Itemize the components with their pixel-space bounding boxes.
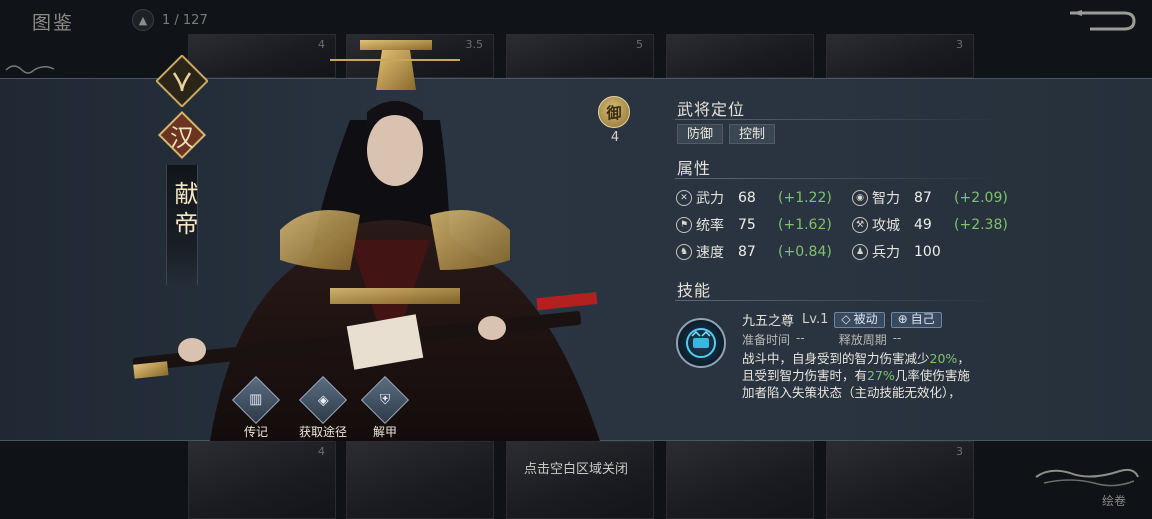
hero-cost: 4: [610, 130, 620, 145]
skill-name: 九五之尊: [742, 314, 795, 329]
stat-growth: (+2.09): [954, 190, 1008, 206]
role-tags: 防御 控制: [677, 124, 776, 144]
troops-icon: ♟: [852, 244, 868, 260]
stat-growth: (+2.38): [954, 217, 1008, 233]
role-section-title: 武将定位: [677, 100, 746, 119]
prep-time-label: 准备时间: [742, 333, 791, 347]
stat-value: 87: [914, 190, 932, 206]
banner-icon: ▲: [132, 9, 154, 31]
collection-count: 1 / 127: [162, 12, 208, 28]
scroll-label: 绘卷: [1101, 494, 1126, 508]
role-tag: 防御: [677, 124, 724, 144]
stat-value: 100: [914, 244, 941, 260]
book-icon: ▥: [231, 375, 281, 425]
hero-card[interactable]: 4: [188, 441, 336, 519]
stat-name: 攻城: [872, 218, 900, 234]
stat-row-force: ✕ 武力 68 (+1.22): [676, 188, 832, 208]
horse-icon: ♞: [676, 244, 692, 260]
brain-icon: ◉: [852, 190, 868, 206]
skill-icon[interactable]: [676, 318, 726, 368]
stat-growth: (+1.22): [778, 190, 832, 206]
back-arrow-icon[interactable]: [1068, 8, 1138, 34]
kingdom-name: 汉: [170, 123, 194, 152]
skill-level: Lv.1: [802, 312, 829, 327]
stat-row-command: ⚑ 统率 75 (+1.62): [676, 215, 832, 235]
cooldown-value: --: [892, 331, 902, 345]
skills-section-title: 技能: [677, 281, 712, 300]
card-cost: 4: [318, 445, 325, 458]
skill-desc-highlight: 27%: [867, 368, 895, 383]
armor-icon: ⛨: [360, 375, 410, 425]
dismiss-armor-button[interactable]: ⛨ 解甲: [358, 375, 412, 440]
stat-value: 75: [738, 217, 756, 233]
obtain-route-label: 获取途径: [298, 425, 347, 439]
hero-card[interactable]: [346, 441, 494, 519]
cooldown-label: 释放周期: [838, 333, 887, 347]
divider: [675, 300, 1005, 301]
divider: [675, 119, 1005, 120]
stat-value: 49: [914, 217, 932, 233]
hero-card[interactable]: [666, 441, 814, 519]
gallery-title: 图鉴: [32, 12, 75, 34]
cloud-ornament-icon: [5, 65, 55, 74]
stat-name: 武力: [696, 191, 724, 207]
skill-type-tag: ◇ 被动: [834, 311, 885, 328]
hero-card[interactable]: 3: [826, 441, 974, 519]
stat-name: 速度: [696, 245, 724, 261]
obtain-route-button[interactable]: ◈ 获取途径: [296, 375, 350, 440]
skill-description: 战斗中，自身受到的智力伤害减少20%，且受到智力伤害时，有27%几率使伤害施加者…: [742, 350, 982, 400]
skill-type-label: 被动: [853, 312, 878, 326]
skill-desc-text: 战斗中，自身受到的智力伤害减少: [742, 351, 930, 366]
faction-emblem-icon: [156, 55, 208, 107]
biography-button[interactable]: ▥ 传记: [229, 375, 283, 440]
gallery-bottom-strip: 4 3: [0, 441, 1152, 519]
stat-row-speed: ♞ 速度 87 (+0.84): [676, 242, 832, 262]
stat-value: 68: [738, 190, 756, 206]
divider: [675, 178, 1005, 179]
role-tag: 控制: [729, 124, 776, 144]
hero-card[interactable]: [506, 441, 654, 519]
dragon-seal-icon: [686, 328, 716, 358]
diamond-icon: ◇: [841, 312, 851, 326]
stat-growth: (+0.84): [778, 244, 832, 260]
stat-name: 智力: [872, 191, 900, 207]
skill-target-tag: ⊕ 自己: [890, 311, 942, 328]
stat-growth: (+1.62): [778, 217, 832, 233]
stat-row-troops: ♟ 兵力 100: [852, 242, 954, 262]
sword-icon: ✕: [676, 190, 692, 206]
target-icon: ⊕: [897, 312, 908, 326]
skill-target-label: 自己: [910, 312, 935, 326]
siege-icon: ⚒: [852, 217, 868, 233]
troop-type-badge: 御 4: [598, 96, 632, 148]
role-badge-icon: 御: [598, 96, 630, 128]
skill-timing: 准备时间 -- 释放周期 --: [742, 331, 901, 348]
hero-name: 献帝: [170, 181, 198, 241]
prep-time-value: --: [796, 331, 805, 345]
close-hint[interactable]: 点击空白区域关闭: [0, 458, 1152, 477]
card-cost: 3: [956, 445, 963, 458]
attributes-section-title: 属性: [677, 159, 712, 178]
map-icon: ◈: [298, 375, 348, 425]
biography-label: 传记: [243, 425, 268, 439]
stat-row-siege: ⚒ 攻城 49 (+2.38): [852, 215, 1008, 235]
skill-desc-highlight: 20%: [929, 351, 958, 366]
command-icon: ⚑: [676, 217, 692, 233]
stat-value: 87: [738, 244, 756, 260]
collection-counter: ▲ 1 / 127: [132, 9, 208, 31]
stat-row-intellect: ◉ 智力 87 (+2.09): [852, 188, 1008, 208]
card-cost: 3: [956, 38, 963, 51]
hero-name-banner: 献帝: [166, 165, 198, 285]
skill-header: 九五之尊 Lv.1 ◇ 被动 ⊕ 自己: [742, 310, 942, 329]
hero-card[interactable]: 3: [826, 34, 974, 78]
stat-name: 兵力: [872, 245, 900, 261]
kingdom-badge: 汉: [157, 110, 207, 160]
stat-name: 统率: [696, 218, 724, 234]
dismiss-armor-label: 解甲: [372, 425, 397, 439]
